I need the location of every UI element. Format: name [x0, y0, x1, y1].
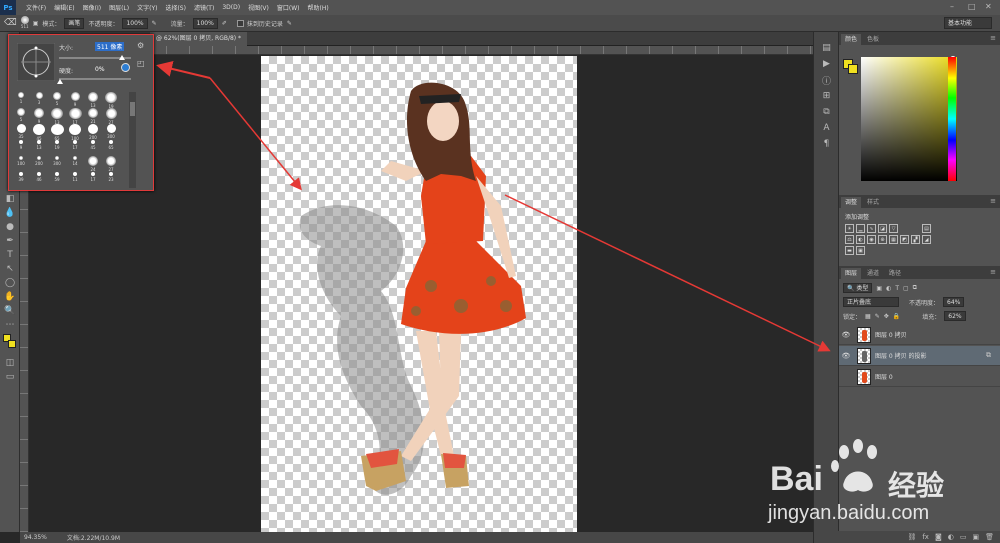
arrow-to-shadow-layer [504, 194, 831, 352]
annotation-arrows [156, 61, 831, 352]
photoshop-window: Ps 文件(F) 编辑(E) 图像(I) 图层(L) 文字(Y) 选择(S) 滤… [0, 0, 1000, 543]
arrow-to-shadow [209, 77, 302, 191]
arrow-to-brush-picker [156, 61, 211, 79]
